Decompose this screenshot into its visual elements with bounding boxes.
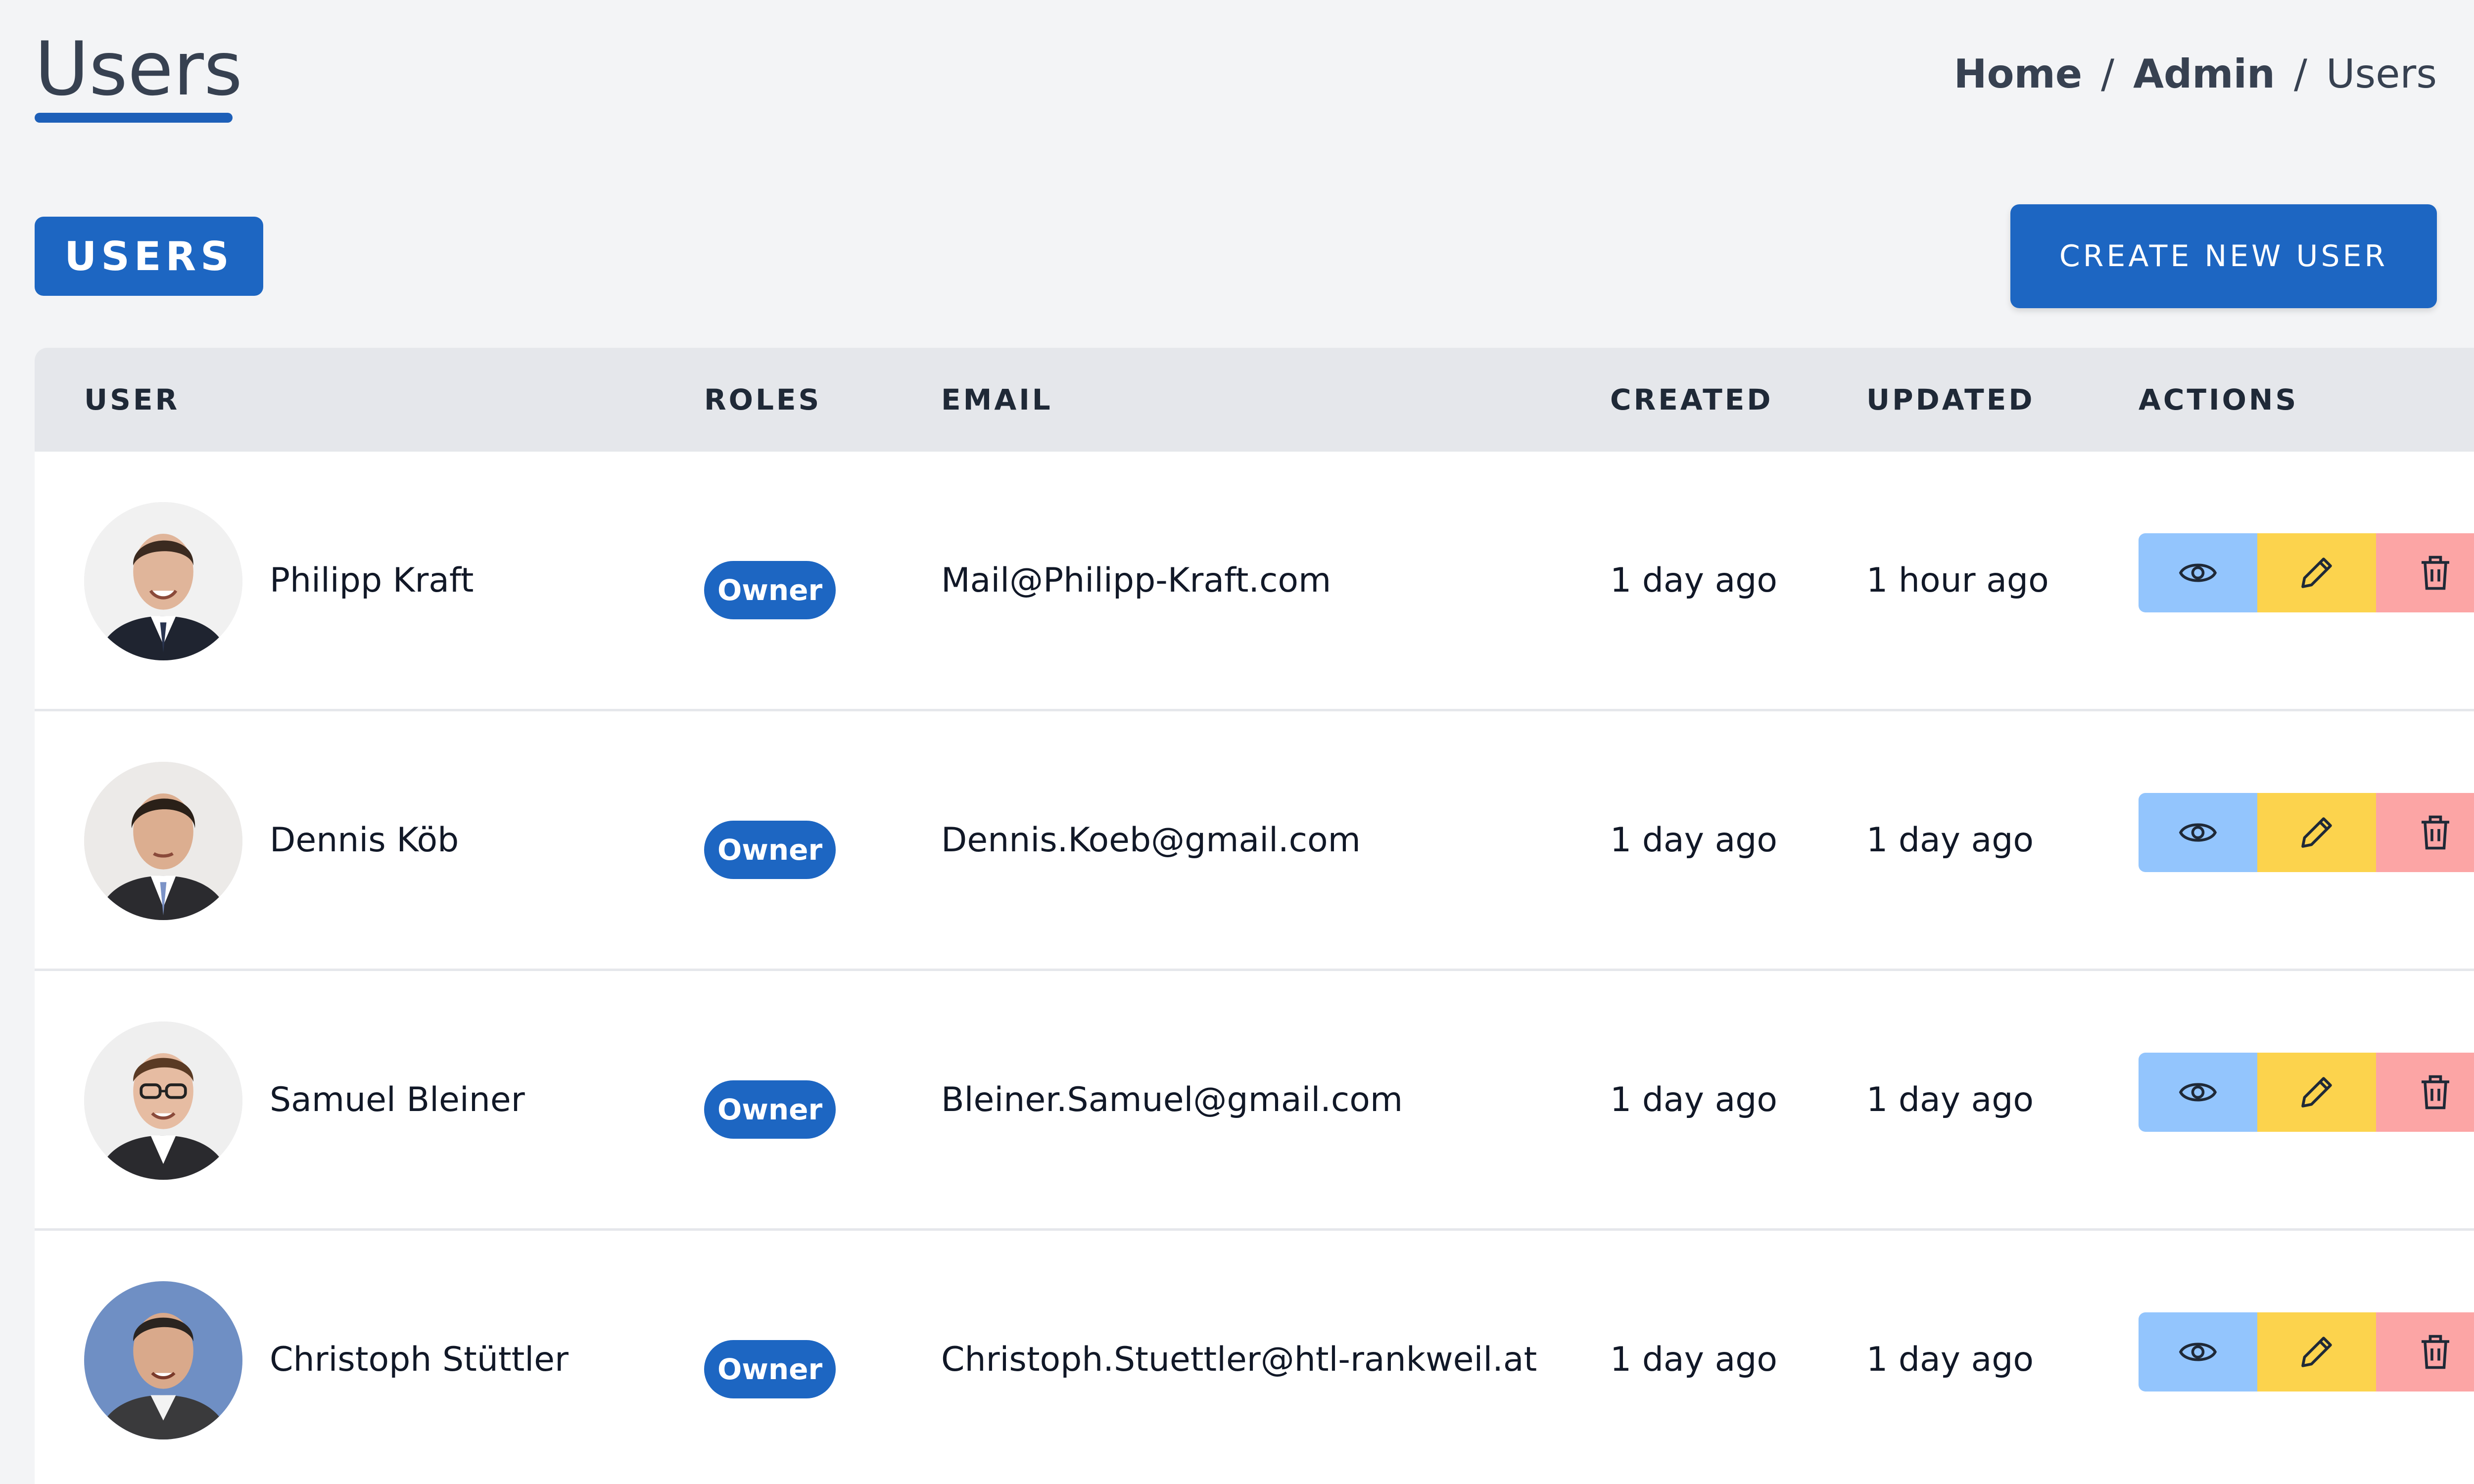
table-row: Christoph Stüttler Owner Christoph.Stuet… [35, 1231, 2474, 1484]
delete-button[interactable] [2376, 533, 2474, 612]
eye-icon [2179, 823, 2217, 842]
page-title: Users [35, 26, 243, 112]
view-button[interactable] [2139, 533, 2257, 612]
avatar [84, 1021, 242, 1180]
delete-button[interactable] [2376, 1053, 2474, 1132]
updated-at: 1 day ago [1866, 1080, 2034, 1119]
section-label: USERS [35, 217, 263, 296]
view-button[interactable] [2139, 793, 2257, 872]
user-name: Christoph Stüttler [270, 1340, 569, 1379]
table-row: Dennis Köb Owner Dennis.Koeb@gmail.com 1… [35, 711, 2474, 971]
created-at: 1 day ago [1610, 560, 1778, 600]
column-header-actions: ACTIONS [2139, 383, 2299, 417]
column-header-user: USER [84, 383, 180, 417]
edit-button[interactable] [2257, 1312, 2376, 1391]
trash-icon [2422, 556, 2449, 590]
delete-button[interactable] [2376, 1312, 2474, 1391]
breadcrumb-current: Users [2326, 51, 2437, 97]
row-actions [2139, 533, 2474, 612]
updated-at: 1 day ago [1866, 1340, 2034, 1379]
pencil-icon [2301, 1077, 2332, 1108]
title-underline [35, 113, 233, 123]
eye-icon [2179, 1343, 2217, 1361]
edit-button[interactable] [2257, 1053, 2376, 1132]
pencil-icon [2301, 1337, 2332, 1367]
created-at: 1 day ago [1610, 1340, 1778, 1379]
create-new-user-button[interactable]: CREATE NEW USER [2010, 204, 2437, 308]
column-header-email: EMAIL [941, 383, 1053, 417]
table-header: USER ROLES EMAIL CREATED UPDATED ACTIONS [35, 348, 2474, 452]
edit-button[interactable] [2257, 793, 2376, 872]
edit-button[interactable] [2257, 533, 2376, 612]
view-button[interactable] [2139, 1312, 2257, 1391]
pencil-icon [2301, 817, 2332, 848]
role-badge: Owner [704, 1340, 836, 1398]
user-email: Christoph.Stuettler@htl-rankweil.at [941, 1340, 1537, 1379]
row-actions [2139, 793, 2474, 872]
breadcrumb-admin[interactable]: Admin [2133, 49, 2275, 99]
role-badge: Owner [704, 1080, 836, 1139]
created-at: 1 day ago [1610, 1080, 1778, 1119]
breadcrumb-separator: / [2101, 51, 2115, 97]
avatar [84, 1281, 242, 1439]
view-button[interactable] [2139, 1053, 2257, 1132]
column-header-updated: UPDATED [1866, 383, 2035, 417]
users-table: USER ROLES EMAIL CREATED UPDATED ACTIONS… [35, 348, 2474, 1484]
role-badge: Owner [704, 821, 836, 879]
trash-icon [2422, 1075, 2449, 1110]
table-row: Samuel Bleiner Owner Bleiner.Samuel@gmai… [35, 971, 2474, 1231]
user-name: Dennis Köb [270, 820, 459, 860]
user-name: Philipp Kraft [270, 560, 474, 600]
avatar [84, 762, 242, 920]
role-badge: Owner [704, 561, 836, 619]
user-name: Samuel Bleiner [270, 1080, 525, 1119]
breadcrumb-separator: / [2294, 51, 2307, 97]
column-header-roles: ROLES [704, 383, 822, 417]
user-email: Mail@Philipp-Kraft.com [941, 560, 1332, 600]
breadcrumb: Home / Admin / Users [1954, 49, 2437, 99]
table-row: Philipp Kraft Owner Mail@Philipp-Kraft.c… [35, 452, 2474, 711]
updated-at: 1 hour ago [1866, 560, 2049, 600]
user-email: Dennis.Koeb@gmail.com [941, 820, 1361, 860]
user-email: Bleiner.Samuel@gmail.com [941, 1080, 1403, 1119]
eye-icon [2179, 563, 2217, 582]
column-header-created: CREATED [1610, 383, 1773, 417]
trash-icon [2422, 1335, 2449, 1369]
breadcrumb-home[interactable]: Home [1954, 49, 2083, 99]
updated-at: 1 day ago [1866, 820, 2034, 860]
created-at: 1 day ago [1610, 820, 1778, 860]
row-actions [2139, 1053, 2474, 1132]
eye-icon [2179, 1083, 2217, 1102]
row-actions [2139, 1312, 2474, 1391]
delete-button[interactable] [2376, 793, 2474, 872]
trash-icon [2422, 815, 2449, 850]
pencil-icon [2301, 557, 2332, 588]
avatar [84, 502, 242, 660]
